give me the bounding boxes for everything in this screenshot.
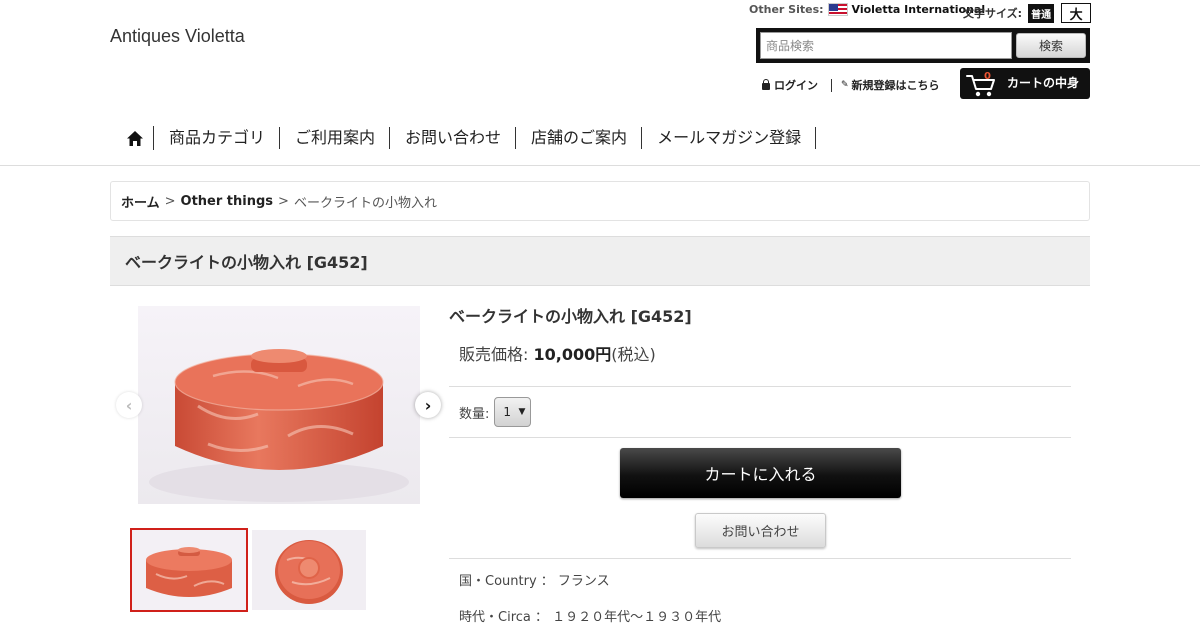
- nav-item-categories[interactable]: 商品カテゴリ: [154, 127, 281, 149]
- breadcrumb-category[interactable]: Other things: [181, 194, 274, 209]
- cart-label: カートの中身: [1007, 76, 1080, 90]
- font-size-large-button[interactable]: 大: [1061, 3, 1092, 23]
- pencil-icon: ✎: [841, 80, 849, 90]
- other-sites-label: Other Sites:: [749, 3, 824, 16]
- breadcrumb-current: ベークライトの小物入れ: [293, 195, 437, 211]
- account-links: ログイン ✎ 新規登録はこちら: [762, 77, 940, 93]
- link-divider: [831, 78, 832, 92]
- spec-country: 国・Country ： フランス: [459, 574, 610, 589]
- prev-image-button[interactable]: ‹: [116, 392, 142, 418]
- cart-icon: 0: [964, 70, 998, 98]
- font-size-label: 文字サイズ:: [963, 7, 1023, 20]
- lock-icon: [762, 78, 770, 90]
- nav-item-newsletter[interactable]: メールマガジン登録: [642, 127, 817, 149]
- product-main-image[interactable]: [138, 306, 420, 504]
- quantity-select[interactable]: 1 ▼: [494, 397, 532, 427]
- us-flag-icon: [827, 3, 848, 16]
- page-title: ベークライトの小物入れ [G452]: [110, 236, 1090, 286]
- quantity-value: 1: [503, 405, 512, 419]
- add-to-cart-button[interactable]: カートに入れる: [620, 448, 901, 498]
- quantity-row: 数量: 1 ▼: [459, 397, 532, 427]
- price-value: 10,000円: [533, 345, 612, 364]
- cart-button[interactable]: 0 カートの中身: [960, 68, 1090, 99]
- spec-circa: 時代・Circa ： １９２０年代〜１９３０年代: [459, 610, 722, 625]
- product-thumbnail-1[interactable]: [130, 528, 248, 612]
- search-box: 検索: [756, 28, 1090, 63]
- site-title[interactable]: Antiques Violetta: [110, 26, 245, 47]
- price-row: 販売価格: 10,000円(税込): [459, 341, 656, 365]
- breadcrumb: ホーム > Other things > ベークライトの小物入れ: [110, 181, 1090, 221]
- cart-count: 0: [984, 70, 991, 82]
- product-name: ベークライトの小物入れ [G452]: [449, 307, 692, 326]
- product-inquiry-button[interactable]: お問い合わせ: [695, 513, 826, 548]
- dropdown-arrow-icon: ▼: [518, 407, 526, 417]
- divider: [449, 386, 1071, 387]
- login-link[interactable]: ログイン: [774, 77, 818, 93]
- nav-item-store[interactable]: 店舗のご案内: [516, 127, 643, 149]
- quantity-label: 数量:: [459, 406, 490, 422]
- next-image-button[interactable]: ›: [415, 392, 441, 418]
- breadcrumb-separator: >: [164, 193, 176, 209]
- breadcrumb-home[interactable]: ホーム: [121, 192, 160, 211]
- tax-note: (税込): [611, 345, 656, 364]
- home-icon[interactable]: [116, 126, 154, 150]
- price-label: 販売価格:: [459, 345, 529, 364]
- font-size-normal-button[interactable]: 普通: [1028, 3, 1055, 23]
- breadcrumb-separator: >: [278, 193, 289, 209]
- search-button[interactable]: 検索: [1016, 33, 1086, 58]
- global-nav: 商品カテゴリ ご利用案内 お問い合わせ 店舗のご案内 メールマガジン登録: [116, 124, 817, 152]
- divider: [449, 437, 1071, 438]
- nav-item-guide[interactable]: ご利用案内: [280, 127, 391, 149]
- font-size-switcher: 文字サイズ: 普通 大: [963, 3, 1092, 23]
- divider: [449, 558, 1071, 559]
- nav-item-contact[interactable]: お問い合わせ: [390, 127, 517, 149]
- search-input[interactable]: [760, 32, 1012, 59]
- register-link[interactable]: 新規登録はこちら: [852, 77, 940, 93]
- header-divider: [0, 165, 1200, 166]
- other-sites: Other Sites: Violetta International: [749, 3, 985, 16]
- product-thumbnail-2[interactable]: [252, 530, 366, 610]
